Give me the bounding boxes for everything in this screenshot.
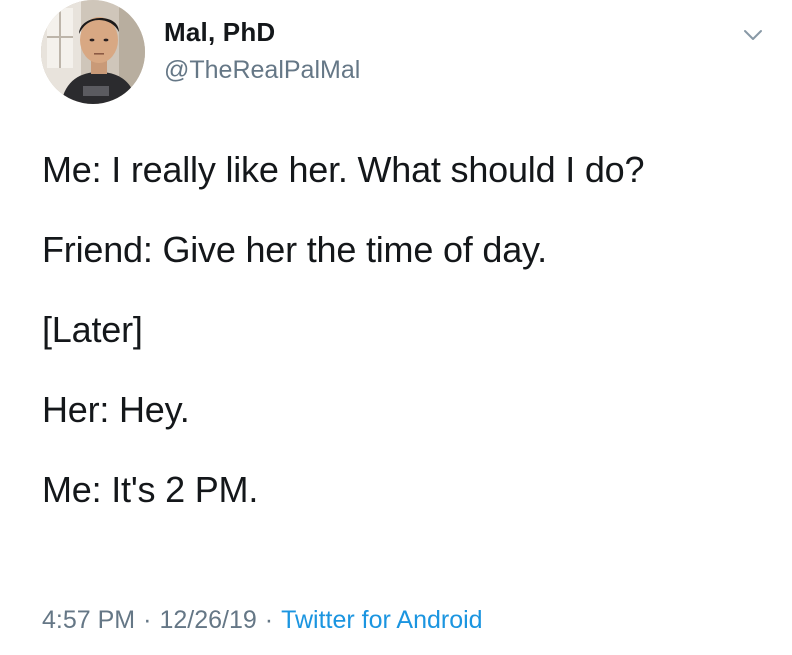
avatar-photo (41, 0, 145, 104)
tweet-line: Friend: Give her the time of day. (42, 229, 547, 270)
meta-separator: · (264, 606, 274, 634)
tweet: Mal, PhD @TheRealPalMal Me: I really lik… (0, 0, 792, 655)
tweet-line: Her: Hey. (42, 389, 190, 430)
tweet-line: Me: It's 2 PM. (42, 469, 259, 510)
avatar[interactable] (41, 0, 145, 104)
author-display-name[interactable]: Mal, PhD (164, 17, 275, 48)
tweet-text: Me: I really like her. What should I do?… (42, 150, 782, 510)
tweet-source-link[interactable]: Twitter for Android (281, 606, 482, 634)
tweet-line: Me: I really like her. What should I do? (42, 149, 645, 190)
author-handle[interactable]: @TheRealPalMal (164, 56, 360, 85)
meta-separator: · (143, 606, 152, 634)
tweet-metadata: 4:57 PM · 12/26/19 · Twitter for Android (42, 606, 483, 635)
chevron-down-icon[interactable] (742, 24, 764, 46)
tweet-line: [Later] (42, 309, 143, 350)
tweet-date[interactable]: 12/26/19 (159, 606, 256, 634)
tweet-time[interactable]: 4:57 PM (42, 606, 135, 634)
